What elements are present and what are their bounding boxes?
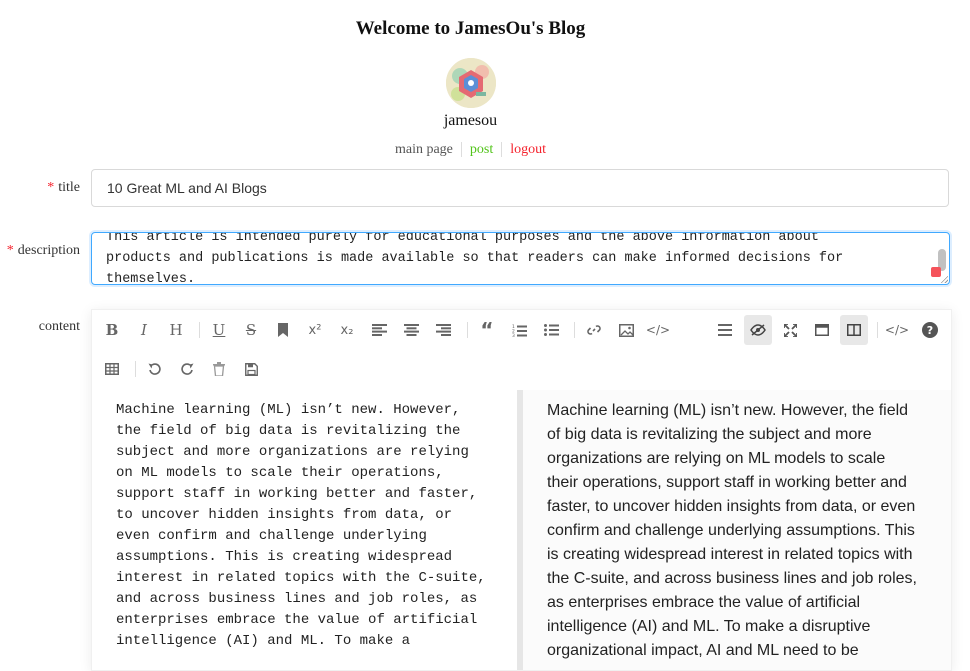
bold-icon[interactable]: B: [99, 317, 125, 343]
site-title: Welcome to JamesOu's Blog: [355, 18, 586, 39]
username: jamesou: [443, 112, 498, 129]
html-code-icon[interactable]: </>: [884, 317, 910, 343]
preview-text: Machine learning (ML) isn’t new. However…: [547, 399, 937, 663]
italic-icon[interactable]: I: [131, 317, 157, 343]
markdown-line: intelligence (AI) and ML. To make a: [116, 633, 411, 649]
preview-line: as enterprises embrace the value of arti…: [547, 594, 861, 611]
preview-line: Machine learning (ML) isn’t new. However…: [547, 402, 909, 419]
title-input-value: 10 Great ML and AI Blogs: [107, 180, 267, 196]
align-left-icon[interactable]: [366, 317, 392, 343]
svg-text:?: ?: [927, 324, 933, 337]
toolbar-divider: [877, 322, 878, 338]
eye-off-icon[interactable]: [744, 315, 772, 345]
markdown-text: Machine learning (ML) isn’t new. However…: [116, 400, 506, 652]
window-icon[interactable]: [809, 317, 835, 343]
content-label: content: [38, 319, 80, 334]
preview-line: organizational impact, AI and ML need to…: [547, 642, 859, 659]
menu-icon[interactable]: [712, 317, 738, 343]
title-label-text: title: [58, 180, 80, 195]
markdown-line: the field of big data is revitalizing th…: [116, 423, 461, 439]
subscript-icon[interactable]: x₂: [334, 317, 360, 343]
preview-line: their operations, support staff in worki…: [547, 474, 907, 491]
resize-handle[interactable]: [940, 275, 948, 283]
markdown-line: support staff in working better and fast…: [116, 486, 478, 502]
description-label: * description: [0, 243, 80, 259]
align-center-icon[interactable]: [398, 317, 424, 343]
preview-line: is creating widespread interest in relat…: [547, 546, 913, 563]
markdown-input[interactable]: Machine learning (ML) isn’t new. However…: [92, 390, 517, 670]
toolbar-divider: [135, 361, 136, 377]
preview-line: organizations are relying on ML models t…: [547, 450, 886, 467]
description-line: This article is intended purely for educ…: [106, 232, 819, 245]
description-text: This article is intended purely for educ…: [106, 232, 906, 285]
link-icon[interactable]: [581, 317, 607, 343]
nav-post[interactable]: post: [462, 142, 501, 157]
markdown-line: assumptions. This is creating widespread: [116, 549, 453, 565]
markdown-preview: Machine learning (ML) isn’t new. However…: [523, 390, 951, 670]
table-icon[interactable]: [99, 356, 125, 382]
markdown-line: on ML models to scale their operations,: [116, 465, 444, 481]
image-icon[interactable]: [613, 317, 639, 343]
unordered-list-icon[interactable]: [538, 317, 564, 343]
title-label: * title: [0, 180, 80, 196]
undo-icon[interactable]: [142, 356, 168, 382]
toolbar-divider: [574, 322, 575, 338]
markdown-line: Machine learning (ML) isn’t new. However…: [116, 402, 461, 418]
header-icon[interactable]: H: [163, 317, 189, 343]
markdown-line: and across business lines and job roles,…: [116, 591, 478, 607]
preview-line: confirm and challenge underlying assumpt…: [547, 522, 915, 539]
markdown-editor: B I H U S x² x₂ “ 123 </> </> ? Machine …: [91, 309, 952, 671]
required-mark: *: [6, 243, 14, 258]
fullscreen-icon[interactable]: [777, 317, 803, 343]
avatar-image: [446, 58, 496, 108]
align-right-icon[interactable]: [430, 317, 456, 343]
toolbar-divider: [199, 322, 200, 338]
editor-toolbar: B I H U S x² x₂ “ 123 </> </> ?: [92, 310, 951, 390]
nav-main-page[interactable]: main page: [387, 142, 461, 157]
description-textarea[interactable]: This article is intended purely for educ…: [91, 232, 950, 285]
markdown-line: interest in related topics with the C-su…: [116, 570, 486, 586]
quote-icon[interactable]: “: [474, 317, 500, 343]
trash-icon[interactable]: [206, 356, 232, 382]
markdown-line: even confirm and challenge underlying: [116, 528, 427, 544]
nav-logout[interactable]: logout: [502, 142, 554, 157]
ordered-list-icon[interactable]: 123: [506, 317, 532, 343]
nav-bar: main page post logout: [0, 142, 941, 158]
bookmark-icon[interactable]: [270, 317, 296, 343]
description-label-text: description: [17, 243, 80, 258]
split-view-icon[interactable]: [840, 315, 868, 345]
preview-line: faster, to uncover hidden insights from …: [547, 498, 916, 515]
preview-line: the C-suite, and across business lines a…: [547, 570, 917, 587]
description-line: products and publications is made availa…: [106, 251, 844, 266]
preview-line: of big data is revitalizing the subject …: [547, 426, 872, 443]
preview-line: intelligence (AI) and ML. To make a disr…: [547, 618, 871, 635]
underline-icon[interactable]: U: [206, 317, 232, 343]
superscript-icon[interactable]: x²: [302, 317, 328, 343]
svg-text:3: 3: [512, 333, 515, 337]
save-icon[interactable]: [238, 356, 264, 382]
redo-icon[interactable]: [174, 356, 200, 382]
title-input[interactable]: 10 Great ML and AI Blogs: [91, 169, 949, 207]
avatar[interactable]: [446, 58, 496, 108]
help-icon[interactable]: ?: [917, 317, 943, 343]
code-icon[interactable]: </>: [645, 317, 671, 343]
markdown-line: to uncover hidden insights from data, or: [116, 507, 453, 523]
description-line: themselves.: [106, 272, 196, 285]
markdown-line: enterprises embrace the value of artific…: [116, 612, 478, 628]
strikethrough-icon[interactable]: S: [238, 317, 264, 343]
toolbar-divider: [467, 322, 468, 338]
markdown-line: subject and more organizations are relyi…: [116, 444, 469, 460]
required-mark: *: [47, 180, 55, 195]
